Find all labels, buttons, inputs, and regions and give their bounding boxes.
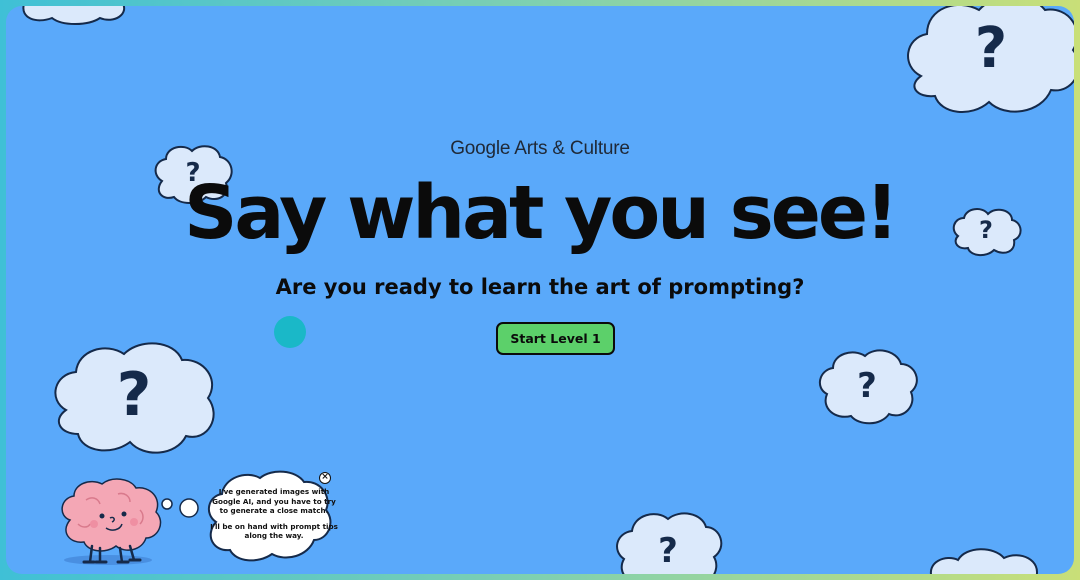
question-mark-icon: ?: [658, 531, 678, 571]
tip-text: I've generated images with Google AI, an…: [209, 487, 339, 547]
cloud-large-left: ?: [48, 338, 220, 456]
thought-dots: [160, 494, 202, 520]
accent-dot: [274, 316, 306, 348]
brand-arts-culture: Arts & Culture: [510, 138, 630, 159]
brand-logo: Google Arts & Culture: [6, 138, 1074, 160]
close-icon[interactable]: ×: [319, 472, 331, 484]
cloud-bottom-center: ?: [612, 509, 724, 574]
cloud-top-right: ?: [901, 6, 1074, 122]
question-mark-icon: ?: [857, 366, 877, 406]
page-title: Say what you see!: [184, 170, 899, 256]
question-mark-icon: ?: [974, 16, 1008, 81]
brain-mascot: [56, 476, 168, 568]
start-level-button[interactable]: Start Level 1: [496, 322, 615, 355]
brand-google: Google: [450, 138, 511, 159]
cloud-top-left: [18, 6, 130, 25]
page-subtitle: Are you ready to learn the art of prompt…: [275, 275, 805, 299]
question-mark-icon: ?: [116, 360, 152, 430]
game-stage: ? ? ? ? ? ? Google Arts & Culture Say wh…: [6, 6, 1074, 574]
tip-line-2: I'll be on hand with prompt tips along t…: [210, 521, 338, 541]
tip-line-1: I've generated images with Google AI, an…: [212, 487, 336, 515]
cloud-medium-right: ?: [815, 348, 919, 425]
cloud-bottom-right: [924, 548, 1044, 574]
